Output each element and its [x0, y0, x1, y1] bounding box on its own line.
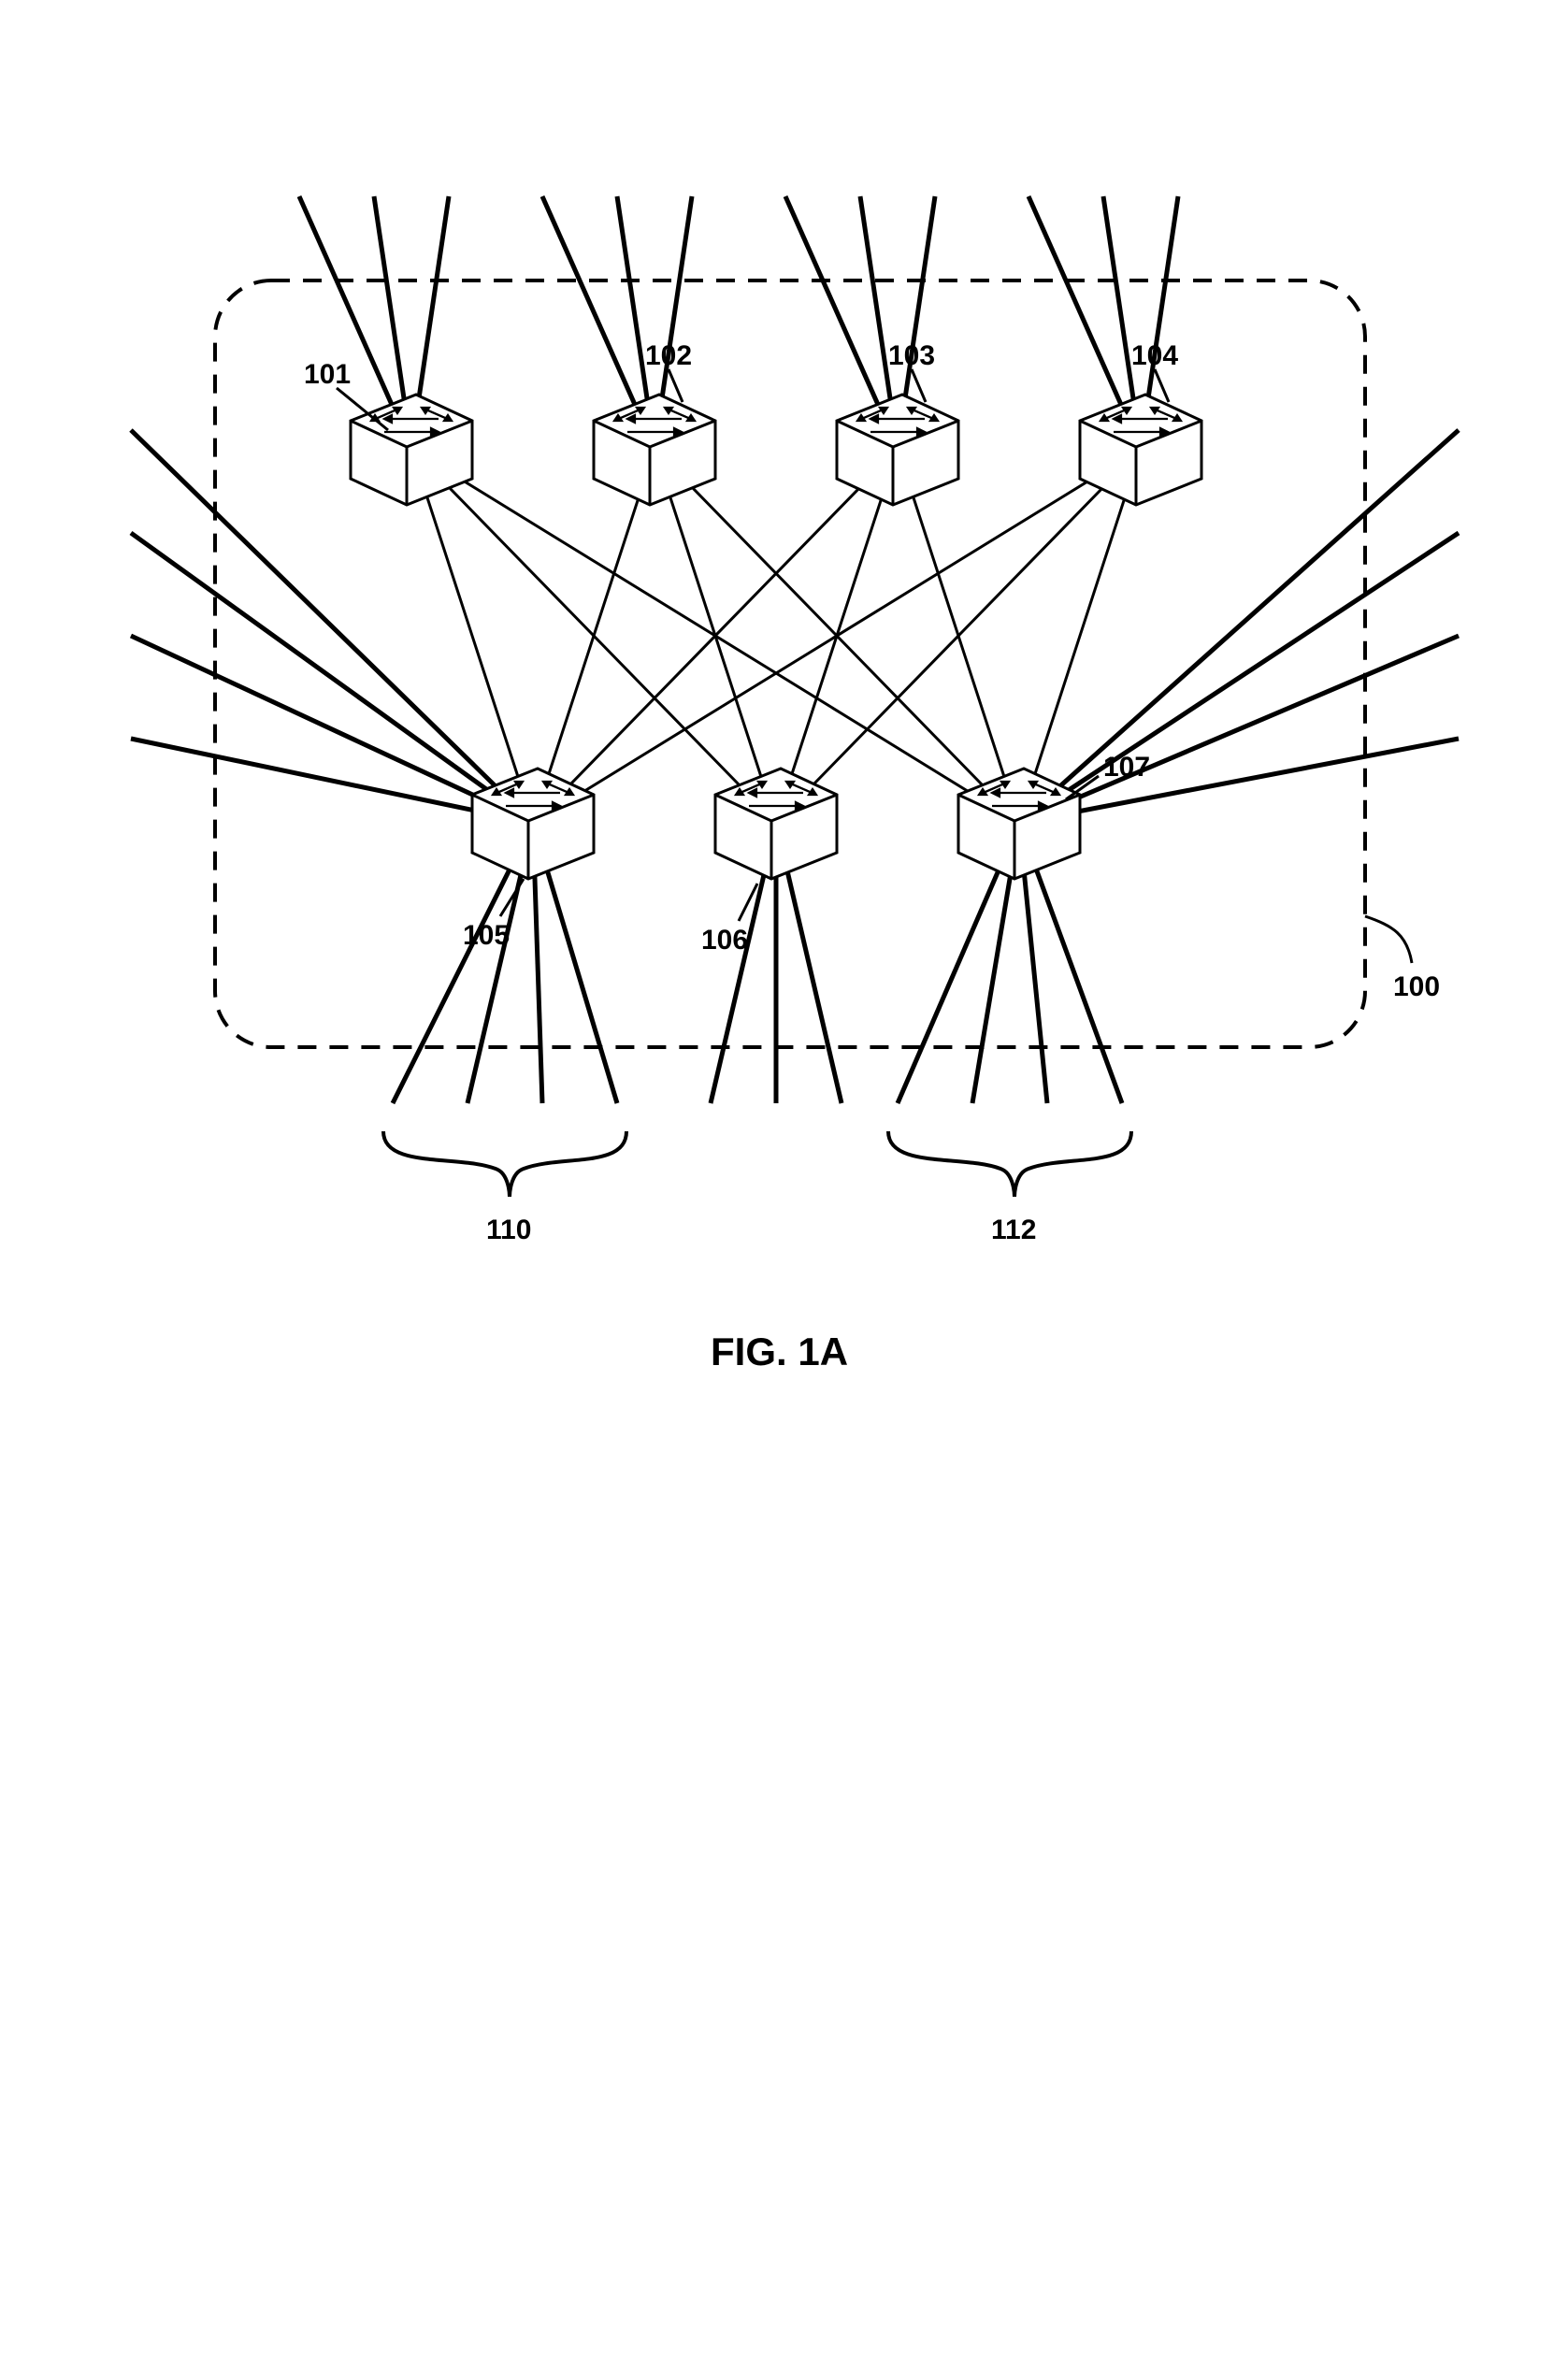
label-104: 104 [1131, 340, 1178, 371]
label-101: 101 [304, 359, 351, 390]
label-112: 112 [991, 1215, 1036, 1245]
mesh [411, 449, 1141, 823]
figure-caption: FIG. 1A [711, 1330, 848, 1373]
label-100: 100 [1393, 971, 1440, 1002]
router-106 [715, 769, 837, 879]
router-102 [594, 395, 715, 505]
label-102: 102 [645, 340, 692, 371]
figure-1a: 101 102 103 104 105 106 107 100 110 112 … [0, 0, 1568, 1496]
router-104 [1080, 395, 1201, 505]
router-101 [351, 395, 472, 505]
routers [351, 395, 1201, 879]
router-103 [837, 395, 958, 505]
router-107 [958, 769, 1080, 879]
label-106: 106 [701, 925, 748, 956]
router-105 [472, 769, 594, 879]
label-103: 103 [888, 340, 935, 371]
braces [383, 1131, 1131, 1197]
label-105: 105 [463, 920, 510, 951]
label-107: 107 [1103, 752, 1150, 783]
label-110: 110 [486, 1215, 531, 1245]
